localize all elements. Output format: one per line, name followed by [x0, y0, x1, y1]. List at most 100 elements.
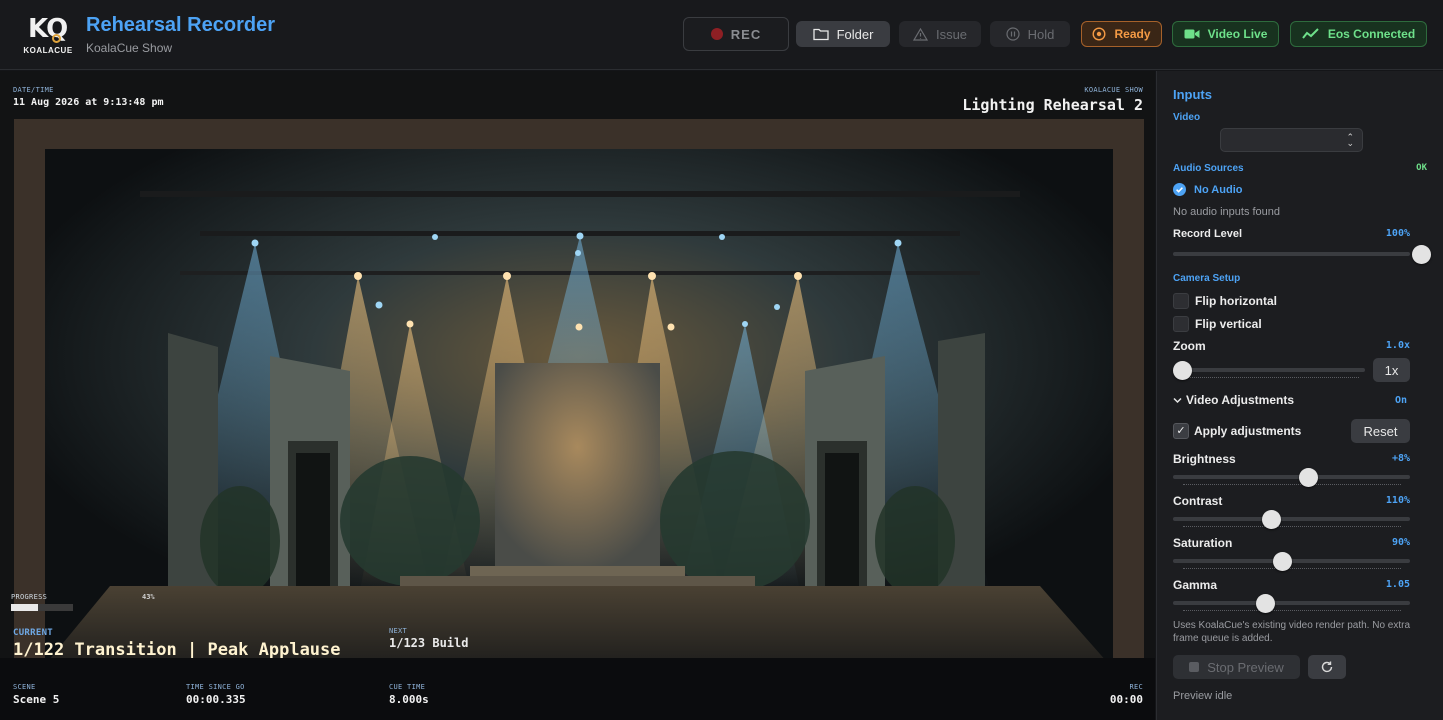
contrast-value: 110% — [1385, 495, 1410, 506]
stage-preview-image — [0, 71, 1155, 720]
brightness-value: +8% — [1391, 453, 1410, 464]
no-audio-option[interactable]: No Audio — [1173, 183, 1242, 196]
saturation-value: 90% — [1391, 537, 1410, 548]
record-dot-icon — [710, 28, 723, 40]
inputs-title: Inputs — [1173, 87, 1212, 102]
video-camera-icon — [1184, 29, 1200, 39]
folder-icon — [812, 28, 829, 41]
logo-wordmark: KOALACUE — [23, 46, 73, 55]
folder-button[interactable]: Folder — [796, 21, 890, 47]
issue-button-label: Issue — [935, 26, 968, 42]
video-adjustments-toggle[interactable]: Video Adjustments — [1173, 393, 1294, 407]
app-title: Rehearsal Recorder — [86, 14, 275, 36]
scene-value: Scene 5 — [13, 693, 60, 706]
zoom-ticks — [1183, 377, 1359, 378]
zoom-label: Zoom — [1173, 339, 1206, 353]
hold-button[interactable]: Hold — [990, 21, 1070, 47]
show-name: KoalaCue Show — [86, 41, 173, 55]
pause-circle-icon — [1006, 27, 1020, 41]
brightness-label: Brightness — [1173, 452, 1236, 466]
datetime-value: 11 Aug 2026 at 9:13:48 pm — [13, 97, 164, 108]
next-cue-value: 1/123 Build — [389, 636, 469, 650]
brightness-ticks — [1183, 484, 1401, 485]
audio-status: OK — [1416, 163, 1427, 173]
hold-button-label: Hold — [1027, 26, 1055, 42]
record-level-value: 100% — [1385, 228, 1410, 239]
apply-adjustments-label: Apply adjustments — [1194, 424, 1302, 438]
ready-label: Ready — [1114, 27, 1151, 41]
no-audio-message: No audio inputs found — [1173, 206, 1281, 218]
preview-status: Preview idle — [1173, 690, 1233, 702]
progress-bar-fill — [11, 604, 38, 611]
stop-preview-button[interactable]: Stop Preview — [1173, 655, 1300, 679]
eos-connected-button[interactable]: Eos Connected — [1290, 21, 1427, 47]
gamma-label: Gamma — [1173, 578, 1218, 592]
camera-setup-label: Camera Setup — [1173, 273, 1241, 284]
record-level-label: Record Level — [1173, 228, 1243, 240]
refresh-icon — [1321, 661, 1333, 673]
apply-adjustments-option[interactable]: ✓ Apply adjustments — [1173, 423, 1301, 439]
contrast-ticks — [1183, 526, 1401, 527]
apply-adjustments-checkbox[interactable]: ✓ — [1173, 423, 1189, 439]
flip-vertical-label: Flip vertical — [1195, 317, 1262, 331]
activity-wave-icon — [1302, 28, 1319, 39]
ready-status-button[interactable]: Ready — [1081, 21, 1162, 47]
zoom-reset-button[interactable]: 1x — [1373, 358, 1410, 382]
gamma-value: 1.05 — [1385, 579, 1410, 590]
brightness-track[interactable] — [1173, 475, 1410, 479]
record-circle-icon — [1092, 27, 1106, 41]
scene-label: SCENE — [13, 683, 36, 691]
flip-horizontal-option[interactable]: Flip horizontal — [1173, 293, 1277, 309]
saturation-ticks — [1183, 568, 1401, 569]
rec-time-value: 00:00 — [1109, 693, 1143, 706]
stop-square-icon — [1189, 662, 1200, 672]
refresh-preview-button[interactable] — [1308, 655, 1346, 679]
issue-button[interactable]: Issue — [899, 21, 981, 47]
saturation-label: Saturation — [1173, 536, 1233, 550]
video-adjustments-status: On — [1394, 395, 1407, 406]
next-cue-label: NEXT — [389, 627, 408, 635]
contrast-label: Contrast — [1173, 494, 1223, 508]
cue-info-band — [0, 658, 1155, 720]
rec-time-label: REC — [1129, 683, 1143, 691]
video-label: Video — [1173, 112, 1201, 123]
record-level-track[interactable] — [1173, 252, 1410, 256]
warning-triangle-icon — [912, 27, 928, 41]
show-value: Lighting Rehearsal 2 — [962, 96, 1143, 114]
current-cue-value: 1/122 Transition | Peak Applause — [13, 640, 341, 660]
datetime-label: DATE/TIME — [13, 86, 54, 94]
contrast-track[interactable] — [1173, 517, 1410, 521]
app-header: KQ KOALACUE Rehearsal Recorder KoalaCue … — [0, 0, 1443, 70]
gamma-slider-thumb[interactable] — [1255, 594, 1275, 613]
video-source-select[interactable]: ⌃ ⌄ — [1220, 128, 1363, 152]
check-circle-icon — [1173, 183, 1186, 196]
video-preview: DATE/TIME 11 Aug 2026 at 9:13:48 pm KOAL… — [0, 71, 1155, 720]
rec-button-label: REC — [730, 26, 762, 42]
stop-preview-label: Stop Preview — [1207, 659, 1284, 675]
flip-vertical-checkbox[interactable] — [1173, 316, 1189, 332]
video-live-button[interactable]: Video Live — [1172, 21, 1279, 47]
inputs-panel: Inputs Video ⌃ ⌄ Audio Sources OK No Audi… — [1156, 71, 1443, 720]
folder-button-label: Folder — [836, 26, 874, 42]
flip-horizontal-label: Flip horizontal — [1195, 294, 1277, 308]
video-adjustments-label: Video Adjustments — [1186, 393, 1295, 407]
record-level-slider-thumb[interactable] — [1412, 245, 1431, 264]
zoom-track[interactable] — [1173, 368, 1365, 372]
video-live-label: Video Live — [1207, 27, 1268, 41]
koalacue-logo: KQ KOALACUE — [22, 14, 74, 58]
show-label: KOALACUE SHOW — [1084, 86, 1143, 94]
progress-bar — [11, 604, 73, 611]
render-path-note: Uses KoalaCue's existing video render pa… — [1173, 620, 1411, 644]
zoom-slider-thumb[interactable] — [1173, 361, 1192, 380]
rec-button[interactable]: REC — [683, 17, 789, 51]
time-since-go-value: 00:00.335 — [186, 693, 246, 706]
eos-connected-label: Eos Connected — [1327, 27, 1416, 41]
time-since-go-label: TIME SINCE GO — [186, 683, 245, 691]
progress-percent: 43% — [142, 593, 155, 601]
reset-adjustments-button[interactable]: Reset — [1351, 419, 1410, 443]
flip-horizontal-checkbox[interactable] — [1173, 293, 1189, 309]
gamma-track[interactable] — [1173, 601, 1410, 605]
gamma-ticks — [1183, 610, 1401, 611]
progress-label: PROGRESS — [11, 593, 48, 601]
flip-vertical-option[interactable]: Flip vertical — [1173, 316, 1262, 332]
